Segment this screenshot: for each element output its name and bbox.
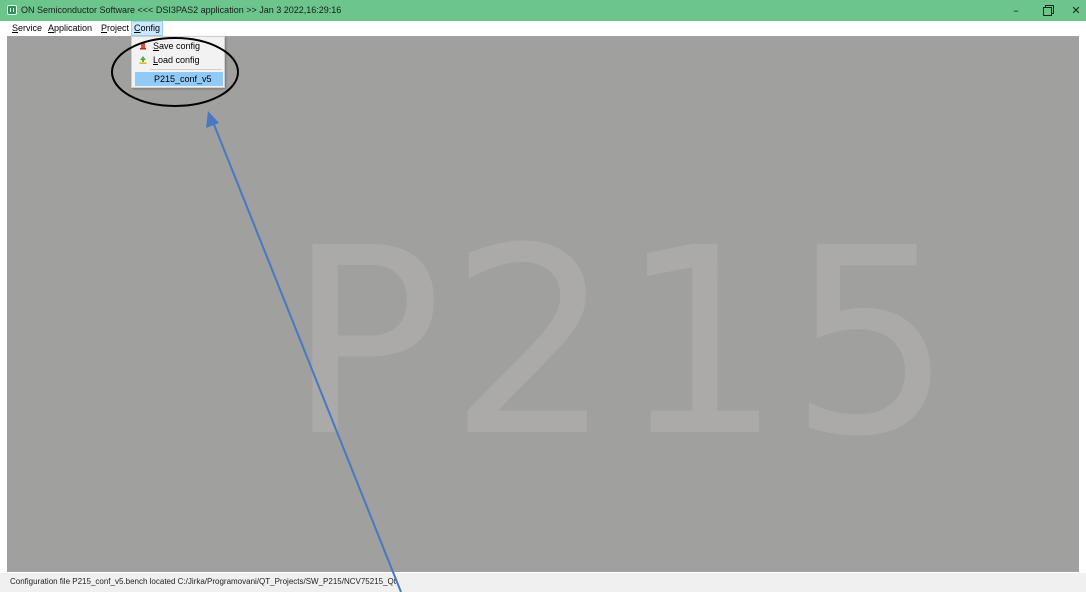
save-config-label: Save config <box>153 41 201 51</box>
app-icon <box>7 5 17 15</box>
save-config-icon <box>140 43 146 50</box>
maximize-icon <box>1042 6 1052 16</box>
title-bar: ON Semiconductor Software <<< DSI3PAS2 a… <box>0 0 1086 21</box>
main-workspace: P215 <box>7 36 1079 572</box>
recent-config-menu-item[interactable]: P215_conf_v5 <box>135 72 223 86</box>
menu-application[interactable]: Application <box>46 22 94 35</box>
load-config-menu-item[interactable]: Load config <box>134 53 222 67</box>
menu-service[interactable]: Service <box>10 22 44 35</box>
config-dropdown-menu: Save config Load config P215_conf_v5 <box>131 36 225 88</box>
load-config-icon <box>139 56 147 64</box>
load-config-label: Load config <box>153 55 200 65</box>
maximize-button[interactable] <box>1035 0 1059 21</box>
recent-config-label: P215_conf_v5 <box>154 74 212 84</box>
close-button[interactable]: ✕ <box>1064 0 1086 21</box>
menu-project[interactable]: Project <box>99 22 131 35</box>
minimize-button[interactable]: – <box>1004 0 1028 21</box>
status-bar: Configuration file P215_conf_v5.bench lo… <box>0 573 1086 592</box>
menu-bar: Service Application Project Config <box>0 21 1086 36</box>
menu-separator <box>150 69 222 70</box>
status-text: Configuration file P215_conf_v5.bench lo… <box>10 577 396 586</box>
menu-config[interactable]: Config <box>131 21 164 36</box>
project-watermark: P215 <box>287 193 960 493</box>
window-title: ON Semiconductor Software <<< DSI3PAS2 a… <box>21 5 342 15</box>
save-config-menu-item[interactable]: Save config <box>134 39 222 53</box>
